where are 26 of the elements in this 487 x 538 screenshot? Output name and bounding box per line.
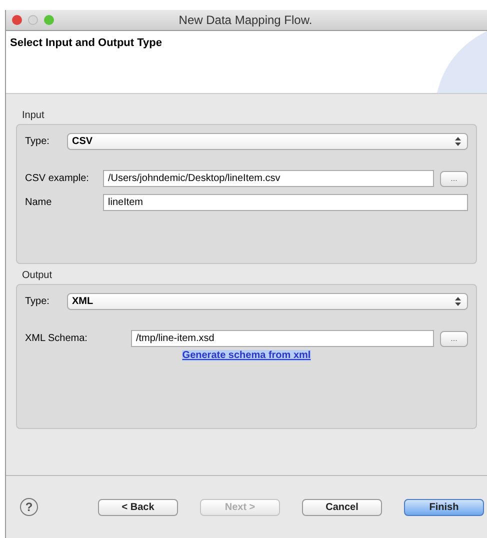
- close-icon[interactable]: [12, 15, 22, 25]
- group-label: Input: [22, 110, 46, 121]
- page-title: Select Input and Output Type: [9, 36, 162, 49]
- type-dropdown[interactable]: CSV: [67, 133, 468, 150]
- zoom-icon[interactable]: [44, 15, 54, 25]
- minimize-icon[interactable]: [28, 15, 38, 25]
- type-dropdown[interactable]: XML: [67, 293, 468, 310]
- stepper-icon: [455, 297, 461, 306]
- browse-button[interactable]: ...: [440, 170, 468, 186]
- text-field[interactable]: lineItem: [103, 194, 468, 211]
- field-label: Name: [25, 197, 53, 208]
- dialog-button[interactable]: Finish: [404, 498, 484, 516]
- generate-link[interactable]: Generate schema from xml: [182, 350, 311, 361]
- help-icon[interactable]: ?: [20, 498, 38, 516]
- text-field[interactable]: /Users/johndemic/Desktop/lineItem.csv: [103, 170, 434, 187]
- text-field[interactable]: /tmp/line-item.xsd: [131, 330, 434, 347]
- group-label: Output: [22, 270, 54, 281]
- type-label: Type:: [25, 296, 50, 307]
- window-title: New Data Mapping Flow.: [178, 13, 312, 27]
- field-label: XML Schema:: [25, 333, 88, 344]
- dialog-button[interactable]: < Back: [98, 498, 178, 516]
- browse-button[interactable]: ...: [440, 330, 468, 346]
- type-label: Type:: [25, 136, 50, 147]
- stepper-icon: [455, 137, 461, 146]
- field-label: CSV example:: [25, 173, 90, 184]
- dialog-button[interactable]: Cancel: [302, 498, 382, 516]
